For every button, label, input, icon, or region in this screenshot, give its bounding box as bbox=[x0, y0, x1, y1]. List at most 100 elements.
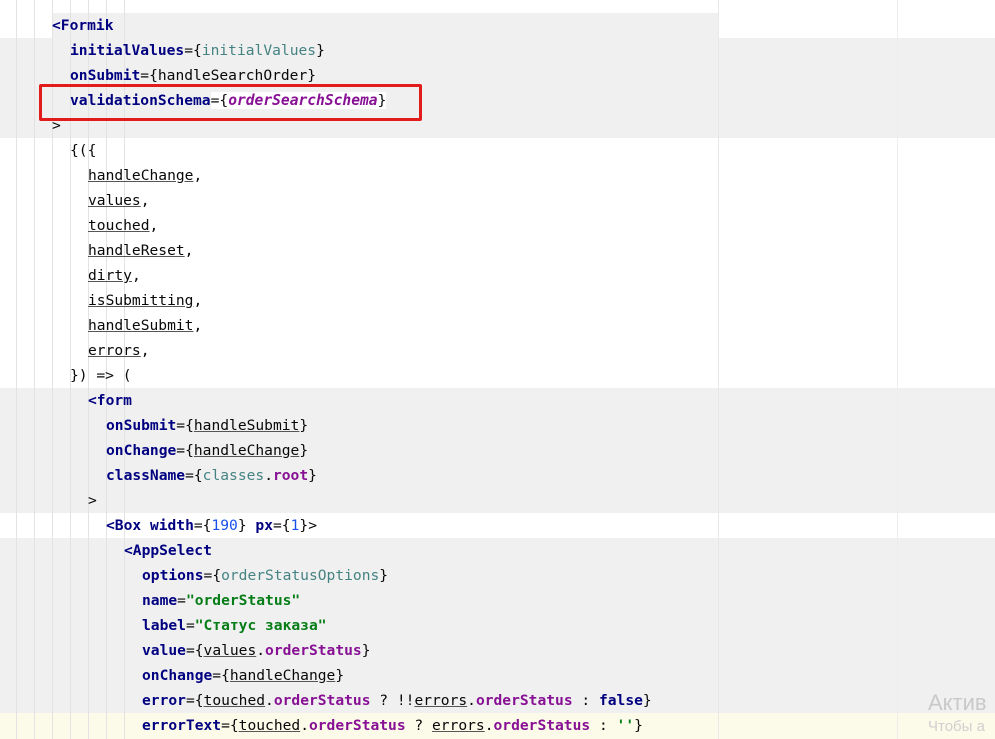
code-token: label bbox=[142, 617, 186, 634]
code-token: } bbox=[634, 717, 643, 734]
code-line-text: options={orderStatusOptions} bbox=[142, 563, 388, 588]
code-token: false bbox=[598, 692, 643, 709]
code-token: touched bbox=[203, 692, 266, 709]
code-line-text: initialValues={initialValues} bbox=[70, 38, 325, 63]
code-token: handleChange bbox=[229, 667, 336, 684]
code-token: { bbox=[185, 442, 194, 459]
code-token: initialValues bbox=[201, 42, 317, 59]
code-token: <Box bbox=[106, 517, 150, 534]
code-line[interactable]: handleReset, bbox=[0, 238, 718, 263]
code-token: handleSearchOrder bbox=[157, 67, 308, 84]
code-token: ? bbox=[405, 717, 432, 734]
code-line[interactable]: label="Статус заказа" bbox=[0, 613, 718, 638]
code-token: } bbox=[299, 517, 309, 534]
code-token: orderStatus bbox=[475, 692, 573, 709]
code-token: handleSubmit bbox=[88, 317, 194, 334]
code-line[interactable]: <AppSelect bbox=[0, 538, 718, 563]
code-line-text: name="orderStatus" bbox=[142, 588, 300, 613]
code-token: , bbox=[184, 242, 194, 259]
code-token: = bbox=[212, 667, 222, 684]
code-token: <form bbox=[88, 392, 132, 409]
code-line[interactable]: options={orderStatusOptions} bbox=[0, 563, 718, 588]
code-line[interactable]: dirty, bbox=[0, 263, 718, 288]
code-token: '' bbox=[616, 717, 635, 734]
code-line[interactable]: > bbox=[0, 488, 718, 513]
code-line[interactable]: initialValues={initialValues} bbox=[0, 38, 718, 63]
code-line-text: }) => ( bbox=[70, 363, 132, 388]
code-token: } bbox=[299, 417, 309, 434]
code-line[interactable]: {({ bbox=[0, 138, 718, 163]
code-token: values bbox=[88, 192, 141, 209]
code-line[interactable]: <Formik bbox=[0, 13, 718, 38]
code-line[interactable]: values, bbox=[0, 188, 718, 213]
annotation-highlight-box bbox=[39, 84, 422, 121]
code-token: } bbox=[308, 467, 317, 484]
code-token: = bbox=[176, 417, 186, 434]
code-token: . bbox=[264, 467, 273, 484]
code-token: orderStatusOptions bbox=[221, 567, 380, 584]
code-token: touched bbox=[88, 217, 150, 234]
code-token: = bbox=[140, 67, 150, 84]
code-token: . bbox=[467, 692, 476, 709]
code-token: root bbox=[272, 467, 309, 484]
code-token: { bbox=[194, 642, 204, 659]
code-line[interactable]: value={values.orderStatus} bbox=[0, 638, 718, 663]
code-token: errors bbox=[88, 342, 141, 359]
code-line-text: <AppSelect bbox=[124, 538, 212, 563]
code-line[interactable]: handleChange, bbox=[0, 163, 718, 188]
code-token: handleChange bbox=[193, 442, 300, 459]
code-line-text: dirty, bbox=[88, 263, 141, 288]
code-token: initialValues bbox=[70, 42, 185, 59]
code-token: { bbox=[193, 467, 203, 484]
code-line[interactable]: error={touched.orderStatus ? !!errors.or… bbox=[0, 688, 718, 713]
code-line-text: onChange={handleChange} bbox=[106, 438, 308, 463]
code-line[interactable]: }) => ( bbox=[0, 363, 718, 388]
code-line[interactable]: <form bbox=[0, 388, 718, 413]
code-line[interactable]: className={classes.root} bbox=[0, 463, 718, 488]
code-token: . bbox=[300, 717, 309, 734]
code-token: , bbox=[193, 167, 203, 184]
code-token: orderStatus bbox=[273, 692, 371, 709]
code-line[interactable]: errors, bbox=[0, 338, 718, 363]
code-token: classes bbox=[202, 467, 265, 484]
code-token: > bbox=[308, 517, 317, 534]
code-token: error bbox=[142, 692, 186, 709]
code-line-text: <Formik bbox=[52, 13, 114, 38]
code-token: } bbox=[642, 692, 652, 709]
code-line[interactable]: handleSubmit, bbox=[0, 313, 718, 338]
code-line[interactable]: onSubmit={handleSubmit} bbox=[0, 413, 718, 438]
code-line[interactable]: name="orderStatus" bbox=[0, 588, 718, 613]
code-token: options bbox=[142, 567, 204, 584]
code-token: errors bbox=[432, 717, 485, 734]
code-token: handleReset bbox=[88, 242, 185, 259]
code-token: } bbox=[335, 667, 345, 684]
code-line[interactable]: onChange={handleChange} bbox=[0, 438, 718, 463]
code-token: , bbox=[193, 317, 203, 334]
code-line-text: <form bbox=[88, 388, 132, 413]
code-line[interactable]: onChange={handleChange} bbox=[0, 663, 718, 688]
code-token: = bbox=[185, 617, 195, 634]
code-token: . bbox=[265, 692, 274, 709]
code-line-text: handleReset, bbox=[88, 238, 193, 263]
code-token: { bbox=[281, 517, 291, 534]
code-token: { bbox=[193, 42, 202, 59]
code-token: } bbox=[379, 567, 389, 584]
code-token: errorText bbox=[142, 717, 222, 734]
code-line-text: {({ bbox=[70, 138, 96, 163]
code-line-text: handleChange, bbox=[88, 163, 202, 188]
code-token: , bbox=[193, 292, 203, 309]
code-line[interactable]: errorText={touched.orderStatus ? errors.… bbox=[0, 713, 718, 738]
code-line[interactable]: touched, bbox=[0, 213, 718, 238]
code-editor[interactable]: <Formik initialValues={initialValues} onSu… bbox=[0, 0, 995, 739]
code-line[interactable]: <Box width={190} px={1}> bbox=[0, 513, 718, 538]
code-line[interactable]: isSubmitting, bbox=[0, 288, 718, 313]
code-token: = bbox=[185, 692, 195, 709]
code-token: isSubmitting bbox=[88, 292, 194, 309]
code-line-text: <Box width={190} px={1}> bbox=[106, 513, 317, 538]
code-token: errors bbox=[414, 692, 468, 709]
code-token: { bbox=[229, 717, 239, 734]
code-line-text: errors, bbox=[88, 338, 150, 363]
code-token: <AppSelect bbox=[124, 542, 212, 559]
code-token: dirty bbox=[88, 267, 132, 284]
code-token: = bbox=[221, 717, 230, 734]
